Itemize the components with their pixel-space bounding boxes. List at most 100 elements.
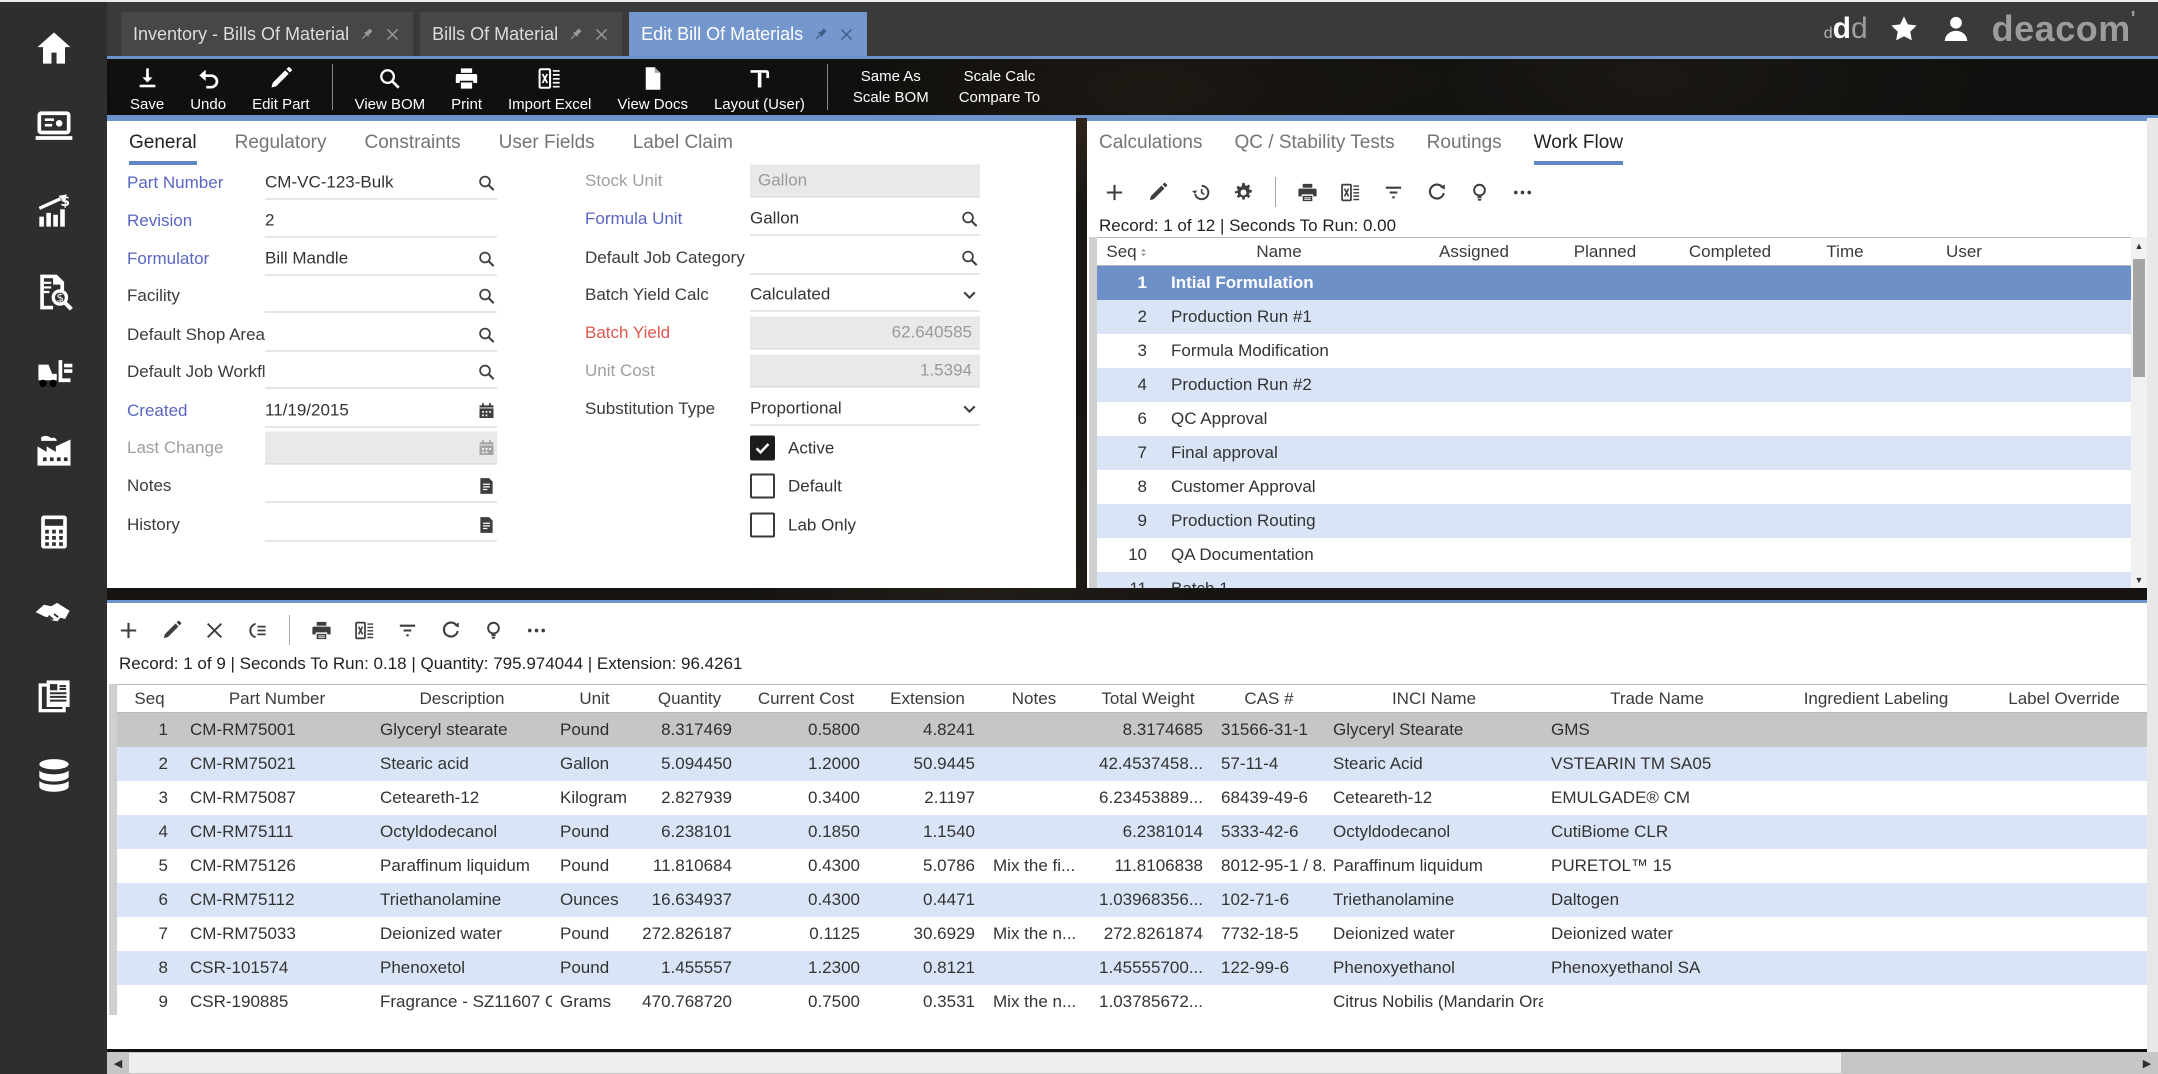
bom-row[interactable]: 3CM-RM75087Ceteareth-12Kilogram2.8279390… — [117, 781, 2147, 815]
scroll-up-arrow[interactable]: ▲ — [2131, 237, 2147, 254]
horizontal-scrollbar[interactable]: ◀ ▶ — [107, 1052, 2158, 1074]
scroll-right-arrow[interactable]: ▶ — [2136, 1052, 2158, 1074]
workflow-row[interactable]: 1Intial Formulation — [1097, 266, 2131, 301]
col-quantity[interactable]: Quantity — [637, 685, 742, 713]
search-icon[interactable] — [476, 172, 497, 193]
part-number-field[interactable]: CM-VC-123-Bulk — [265, 167, 497, 200]
substitution-type-select[interactable]: Proportional — [750, 393, 980, 426]
col-label-override[interactable]: Label Override — [1981, 685, 2147, 713]
workflow-row[interactable]: 4Production Run #2 — [1097, 368, 2131, 402]
col-cas[interactable]: CAS # — [1213, 685, 1325, 713]
refresh-icon[interactable] — [1425, 181, 1448, 204]
notes-field[interactable] — [265, 470, 497, 503]
scale-calc-button[interactable]: Scale Calc — [959, 68, 1040, 85]
default-job-category-field[interactable] — [750, 242, 980, 275]
tab-routings[interactable]: Routings — [1427, 132, 1502, 165]
tab-constraints[interactable]: Constraints — [365, 132, 461, 165]
history-icon[interactable] — [1189, 181, 1212, 204]
printer-icon[interactable] — [310, 619, 333, 642]
edit-pencil-icon[interactable] — [1146, 181, 1169, 204]
tab-calculations[interactable]: Calculations — [1099, 132, 1203, 165]
default-job-workflow-field[interactable] — [265, 356, 497, 389]
col-planned[interactable]: Planned — [1549, 238, 1661, 266]
bom-row[interactable]: 9CSR-190885Fragrance - SZ11607 O...Grams… — [117, 985, 2147, 1019]
sidebar-item-inventory[interactable] — [0, 343, 107, 401]
default-shop-area-field[interactable] — [265, 319, 497, 352]
col-time[interactable]: Time — [1799, 238, 1891, 266]
scale-bom-button[interactable]: Scale BOM — [853, 89, 929, 106]
sidebar-item-sales[interactable] — [0, 183, 107, 241]
tab-edit-bill-of-materials[interactable]: Edit Bill Of Materials — [629, 12, 867, 56]
bom-row[interactable]: 1CM-RM75001Glyceryl stearatePound8.31746… — [117, 713, 2147, 748]
filter-icon[interactable] — [1382, 181, 1405, 204]
search-icon[interactable] — [959, 247, 980, 268]
note-icon[interactable] — [476, 514, 497, 535]
printer-icon[interactable] — [1296, 181, 1319, 204]
bom-row[interactable]: 2CM-RM75021Stearic acidGallon5.0944501.2… — [117, 747, 2147, 781]
same-as-button[interactable]: Same As — [853, 68, 929, 85]
print-button[interactable]: Print — [438, 61, 495, 113]
refresh-icon[interactable] — [439, 619, 462, 642]
scrollbar-thumb[interactable] — [2133, 259, 2145, 377]
user-profile-icon[interactable] — [1940, 13, 1972, 45]
layout-user-button[interactable]: Layout (User) — [701, 61, 818, 113]
sidebar-item-workstation[interactable] — [0, 98, 107, 156]
tab-qc-stability-tests[interactable]: QC / Stability Tests — [1235, 132, 1395, 165]
sidebar-item-accounting[interactable] — [0, 503, 107, 561]
col-name[interactable]: Name — [1159, 238, 1399, 266]
col-current-cost[interactable]: Current Cost — [742, 685, 870, 713]
pin-icon[interactable] — [812, 26, 829, 43]
import-excel-button[interactable]: Import Excel — [495, 61, 604, 113]
workflow-row[interactable]: 9Production Routing — [1097, 504, 2131, 538]
search-icon[interactable] — [476, 285, 497, 306]
note-icon[interactable] — [476, 475, 497, 496]
bom-row[interactable]: 4CM-RM75111OctyldodecanolPound6.2381010.… — [117, 815, 2147, 849]
tip-bulb-icon[interactable] — [482, 619, 505, 642]
view-bom-button[interactable]: View BOM — [342, 61, 439, 113]
col-ingredient-labeling[interactable]: Ingredient Labeling — [1771, 685, 1981, 713]
search-icon[interactable] — [476, 248, 497, 269]
excel-icon[interactable] — [1339, 181, 1362, 204]
delete-x-icon[interactable] — [203, 619, 226, 642]
more-icon[interactable] — [525, 619, 548, 642]
detail-list-icon[interactable] — [246, 619, 269, 642]
active-checkbox[interactable] — [750, 436, 775, 461]
col-inci-name[interactable]: INCI Name — [1325, 685, 1543, 713]
gear-icon[interactable] — [1232, 181, 1255, 204]
lab-only-checkbox[interactable] — [750, 513, 775, 538]
scroll-down-arrow[interactable]: ▼ — [2131, 571, 2147, 588]
workflow-row[interactable]: 10QA Documentation — [1097, 538, 2131, 572]
tip-bulb-icon[interactable] — [1468, 181, 1491, 204]
col-notes[interactable]: Notes — [985, 685, 1083, 713]
chevron-down-icon[interactable] — [959, 398, 980, 419]
created-field[interactable]: 11/19/2015 — [265, 395, 497, 428]
save-button[interactable]: Save — [117, 61, 177, 113]
workflow-row[interactable]: 2Production Run #1 — [1097, 300, 2131, 334]
col-unit[interactable]: Unit — [552, 685, 637, 713]
bom-row[interactable]: 8CSR-101574PhenoxetolPound1.4555571.2300… — [117, 951, 2147, 985]
tab-general[interactable]: General — [129, 132, 197, 165]
view-docs-button[interactable]: View Docs — [604, 61, 701, 113]
bom-row[interactable]: 6CM-RM75112TriethanolamineOunces16.63493… — [117, 883, 2147, 917]
workflow-row[interactable]: 6QC Approval — [1097, 402, 2131, 436]
col-total-weight[interactable]: Total Weight — [1083, 685, 1213, 713]
excel-icon[interactable] — [353, 619, 376, 642]
pin-icon[interactable] — [358, 26, 375, 43]
col-assigned[interactable]: Assigned — [1399, 238, 1549, 266]
close-icon[interactable] — [384, 26, 401, 43]
tab-work-flow[interactable]: Work Flow — [1534, 132, 1623, 165]
tab-user-fields[interactable]: User Fields — [499, 132, 595, 165]
formula-unit-field[interactable]: Gallon — [750, 203, 980, 236]
col-seq[interactable]: Seq — [1097, 238, 1159, 266]
workflow-row[interactable]: 3Formula Modification — [1097, 334, 2131, 368]
favorites-star-icon[interactable] — [1888, 13, 1920, 45]
search-icon[interactable] — [476, 324, 497, 345]
scrollbar-thumb[interactable] — [129, 1053, 1841, 1073]
filter-icon[interactable] — [396, 619, 419, 642]
revision-field[interactable]: 2 — [265, 205, 497, 238]
tab-inventory-bills-of-material[interactable]: Inventory - Bills Of Material — [121, 12, 413, 56]
workflow-row[interactable]: 11Batch 1 — [1097, 572, 2131, 588]
add-icon[interactable] — [1103, 181, 1126, 204]
pin-icon[interactable] — [567, 26, 584, 43]
facility-field[interactable] — [265, 280, 497, 313]
